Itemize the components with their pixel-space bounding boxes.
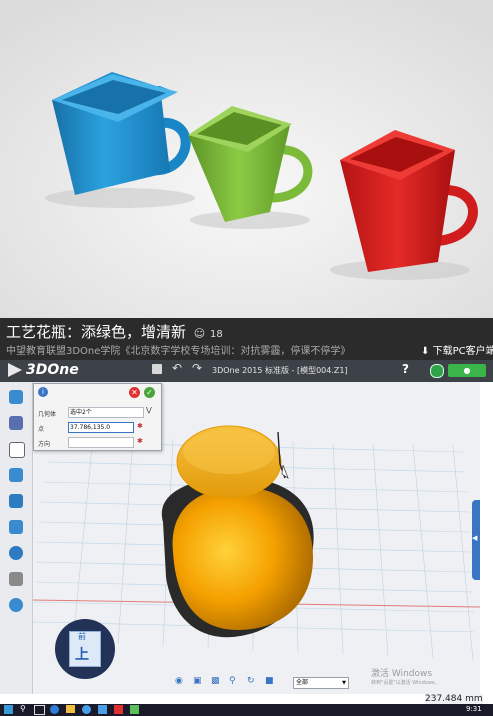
- course-subtitle: 中望教育联盟3DOne学院《北京数字学校专场培训：对抗雾霾，停课不停学》: [6, 346, 351, 357]
- array-tool-icon[interactable]: [9, 520, 23, 534]
- shade-icon[interactable]: ▣: [193, 676, 202, 686]
- app-tile-icon[interactable]: [130, 705, 139, 714]
- task-view-icon[interactable]: [34, 705, 45, 715]
- tool-rail: [0, 382, 33, 694]
- pencil-tool-icon[interactable]: [9, 416, 23, 430]
- edge-icon[interactable]: [50, 705, 59, 714]
- point-label: 点: [38, 426, 45, 433]
- paper-plane-icon: [8, 363, 22, 377]
- redo-icon[interactable]: ↷: [192, 361, 202, 375]
- measurement-readout: 237.484 mm: [425, 694, 483, 704]
- filter-select[interactable]: 全部 ▼: [293, 677, 349, 689]
- solid-tool-icon[interactable]: [9, 494, 23, 508]
- filter-value: 全部: [296, 679, 309, 686]
- geometry-label: 几何体: [38, 411, 57, 418]
- rotate-icon[interactable]: ↻: [247, 676, 255, 686]
- document-title: 3DOne 2015 标准版 - [模型004.Z1]: [212, 366, 348, 375]
- side-panel-toggle[interactable]: ◀: [472, 500, 480, 580]
- face-tool-icon[interactable]: [9, 442, 25, 458]
- transform-tool-icon[interactable]: [9, 468, 23, 482]
- view-cube-front-face[interactable]: 前: [78, 631, 86, 642]
- zoom-icon[interactable]: ⚲: [229, 676, 236, 686]
- undo-icon[interactable]: ↶: [172, 361, 182, 375]
- mouse-cursor-icon: [281, 464, 289, 479]
- download-icon: ⬇: [421, 346, 430, 357]
- download-client-button[interactable]: ⬇ 下载PC客户端: [421, 342, 493, 357]
- info-icon[interactable]: i: [38, 387, 48, 397]
- eye-icon[interactable]: ◉: [175, 676, 183, 686]
- download-client-label: 下载PC客户端: [432, 346, 493, 357]
- chevron-left-icon: ◀: [472, 534, 478, 542]
- clock: 9:31: [466, 705, 482, 713]
- view-cube-top-face[interactable]: 上: [75, 644, 89, 664]
- pick-point-icon[interactable]: ✱: [137, 422, 143, 430]
- save-icon[interactable]: [152, 364, 162, 374]
- property-panel: i ✕ ✓ 几何体 选中2个 ⋁ 点 37.786,135.0 ✱ 方向 ✱: [33, 383, 162, 451]
- chevron-down-icon: ▼: [342, 680, 346, 686]
- direction-label: 方向: [38, 441, 51, 448]
- windows-start-icon[interactable]: [4, 705, 13, 714]
- geometry-field[interactable]: 选中2个: [68, 407, 144, 418]
- point-field[interactable]: 37.786,135.0: [68, 422, 134, 433]
- vase-body[interactable]: [172, 486, 313, 630]
- app-logo: 3DOne: [26, 362, 79, 378]
- layer-tool-icon[interactable]: [9, 572, 23, 586]
- search-icon[interactable]: ⚲: [20, 704, 26, 713]
- view-cube[interactable]: 上 前: [55, 619, 115, 679]
- pick-direction-icon[interactable]: ✱: [137, 437, 143, 445]
- view-toolbar: ◉ ▣ ▩ ⚲ ↻ ■: [175, 676, 295, 690]
- view-count: 18: [210, 329, 223, 340]
- login-button[interactable]: ●: [448, 364, 486, 377]
- explorer-icon[interactable]: [66, 705, 75, 713]
- render-icon[interactable]: ▩: [211, 676, 220, 686]
- material-tool-icon[interactable]: [9, 598, 23, 612]
- taskbar: ⚲ 9:31: [0, 704, 493, 716]
- activation-hint: 转到"设置"以激活 Windows。: [371, 680, 440, 686]
- course-title-text: 工艺花瓶：添绿色，增清新: [6, 323, 187, 341]
- sketch-tool-icon[interactable]: [9, 390, 23, 404]
- app-3done-icon[interactable]: [114, 705, 123, 714]
- cups-render-image: [0, 0, 493, 318]
- activation-title: 激活 Windows: [371, 669, 433, 679]
- help-button[interactable]: ?: [402, 362, 409, 376]
- lid-highlight: [183, 430, 275, 474]
- cancel-button[interactable]: ✕: [129, 387, 140, 398]
- viewer-icon: ☺: [193, 327, 206, 340]
- cups-illustration: [0, 0, 493, 318]
- fit-icon[interactable]: ■: [265, 676, 274, 686]
- direction-field[interactable]: [68, 437, 134, 448]
- ie-icon[interactable]: [82, 705, 91, 714]
- store-icon[interactable]: [98, 705, 107, 714]
- shell-tool-icon[interactable]: [9, 546, 23, 560]
- expand-chevron-icon[interactable]: ⋁: [146, 406, 152, 414]
- minimize-button[interactable]: [430, 364, 444, 378]
- course-title: 工艺花瓶：添绿色，增清新 ☺ 18: [6, 321, 223, 342]
- confirm-button[interactable]: ✓: [144, 387, 155, 398]
- activation-watermark: 激活 Windows 转到"设置"以激活 Windows。: [371, 666, 440, 686]
